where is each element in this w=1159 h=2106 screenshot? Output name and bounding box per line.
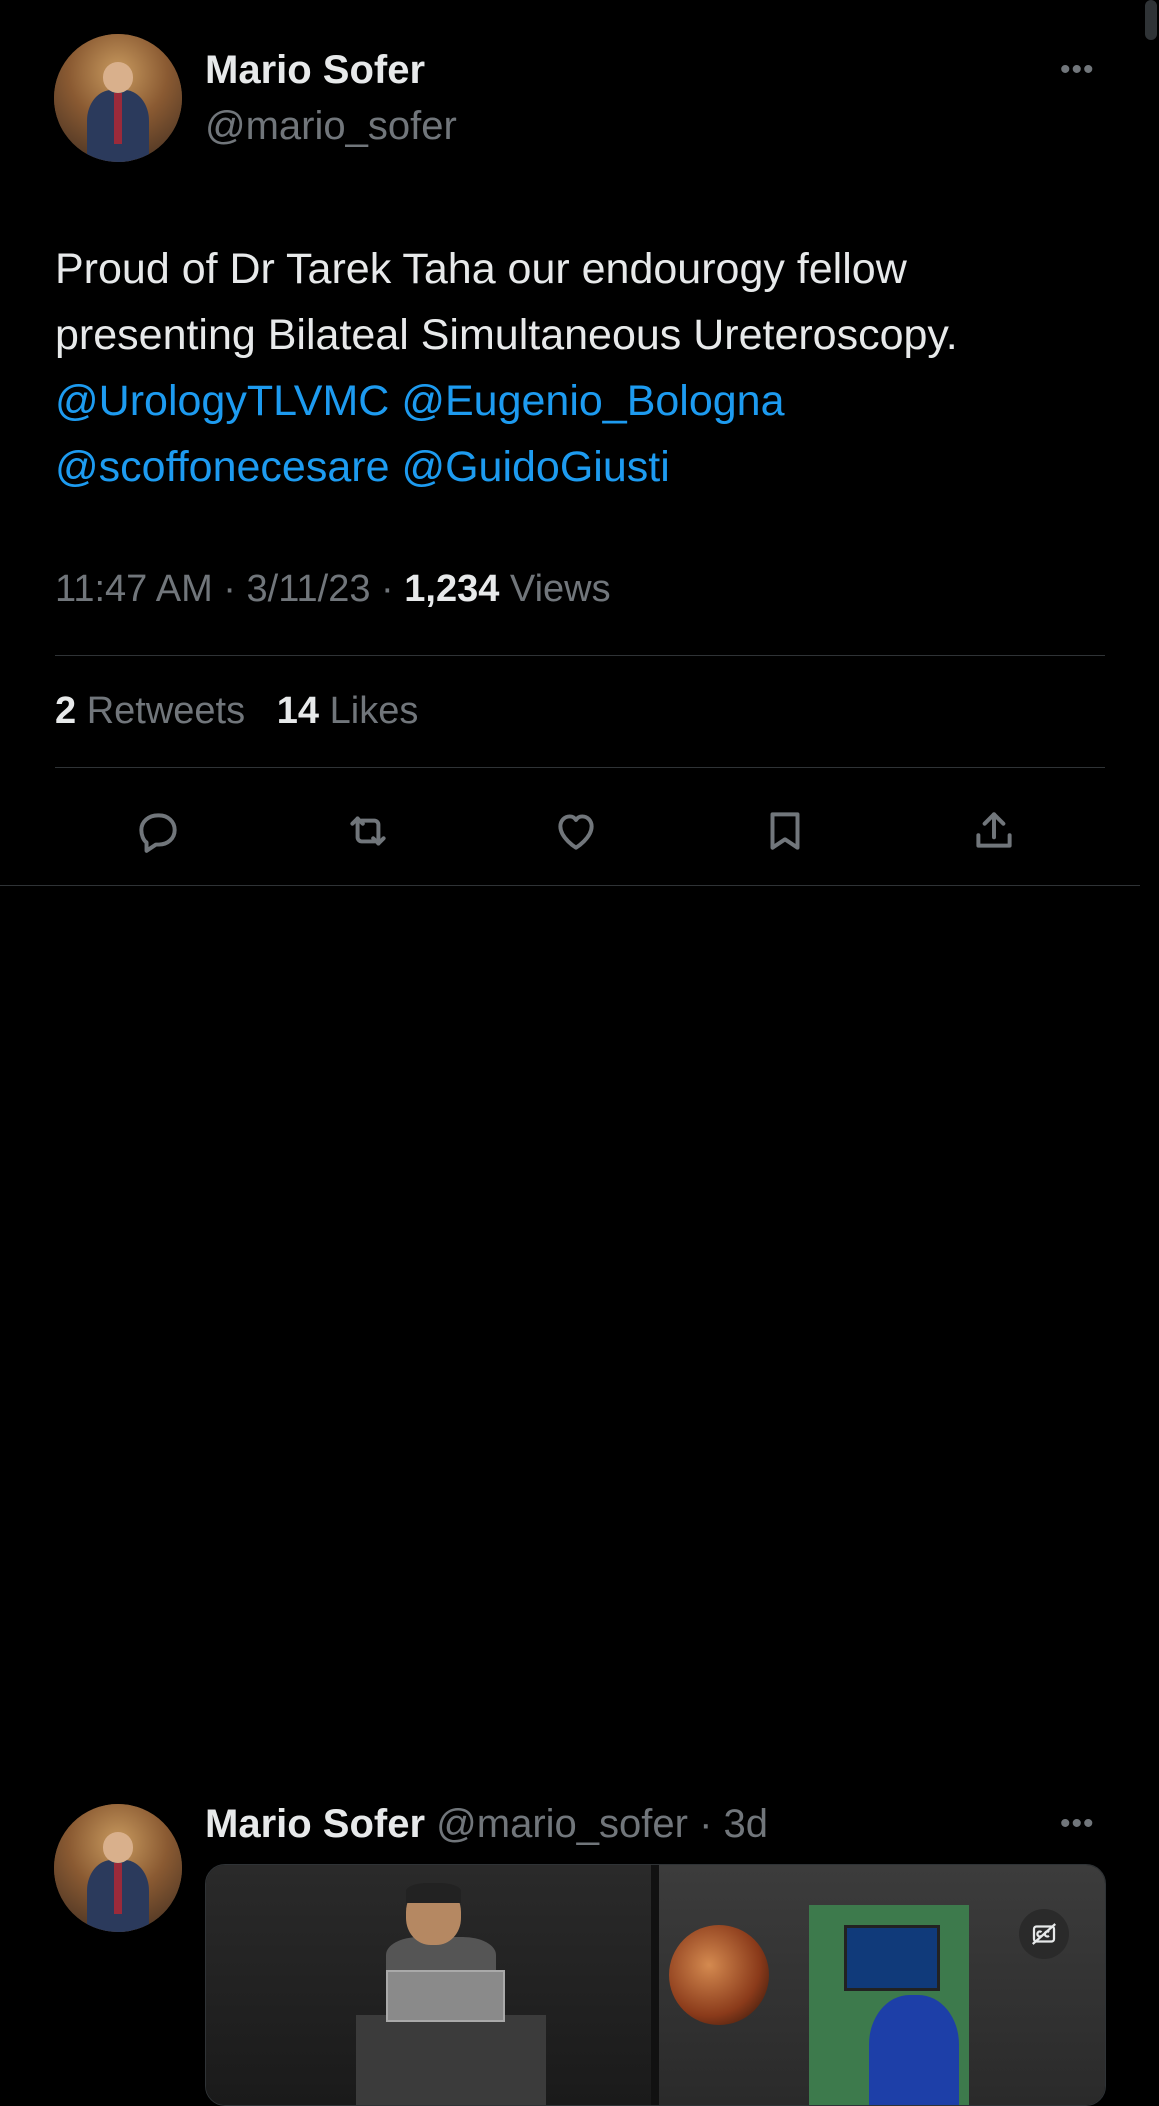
likes-stat[interactable]: 14 Likes bbox=[277, 690, 419, 732]
author-handle[interactable]: @mario_sofer bbox=[205, 104, 457, 149]
author-handle[interactable]: @mario_sofer bbox=[436, 1802, 688, 1846]
media-grid[interactable] bbox=[205, 1864, 1106, 2106]
action-bar bbox=[0, 796, 1159, 866]
more-options-icon[interactable]: ••• bbox=[1060, 1809, 1095, 1839]
like-icon[interactable] bbox=[546, 796, 606, 866]
tweet-date[interactable]: 3/11/23 bbox=[247, 568, 371, 610]
reply-icon[interactable] bbox=[128, 796, 188, 866]
divider bbox=[55, 655, 1105, 656]
tweet-text: Proud of Dr Tarek Taha our endourogy fel… bbox=[55, 236, 1115, 500]
captions-off-icon[interactable] bbox=[1019, 1909, 1069, 1959]
views-label: Views bbox=[509, 568, 611, 610]
mention-link[interactable]: @Eugenio_Bologna bbox=[401, 377, 784, 425]
media-photo[interactable] bbox=[206, 1865, 651, 2105]
author-name[interactable]: Mario Sofer bbox=[205, 1802, 425, 1846]
views-count: 1,234 bbox=[404, 568, 500, 610]
author-name[interactable]: Mario Sofer bbox=[205, 48, 425, 93]
retweet-icon[interactable] bbox=[338, 796, 398, 866]
main-tweet: Mario Sofer @mario_sofer ••• Proud of Dr… bbox=[0, 0, 1159, 886]
avatar[interactable] bbox=[54, 34, 182, 162]
retweets-stat[interactable]: 2 Retweets bbox=[55, 690, 245, 732]
engagement-stats: 2 Retweets 14 Likes bbox=[55, 690, 418, 733]
tweet-time[interactable]: 11:47 AM bbox=[55, 568, 213, 610]
bookmark-icon[interactable] bbox=[755, 796, 815, 866]
avatar[interactable] bbox=[54, 1804, 182, 1932]
mention-link[interactable]: @GuidoGiusti bbox=[401, 443, 669, 491]
tweet-age[interactable]: 3d bbox=[724, 1802, 769, 1846]
reply-tweet[interactable]: Mario Sofer @mario_sofer · 3d ••• bbox=[0, 886, 1159, 2106]
more-options-icon[interactable]: ••• bbox=[1060, 55, 1095, 85]
reply-header: Mario Sofer @mario_sofer · 3d bbox=[205, 1802, 769, 1846]
share-icon[interactable] bbox=[964, 796, 1024, 866]
tweet-meta: 11:47 AM · 3/11/23 · 1,234 Views bbox=[55, 568, 611, 610]
media-video[interactable] bbox=[659, 1865, 1105, 2105]
tweet-body: Proud of Dr Tarek Taha our endourogy fel… bbox=[55, 245, 958, 359]
divider bbox=[55, 767, 1105, 768]
mention-link[interactable]: @UrologyTLVMC bbox=[55, 377, 389, 425]
mention-link[interactable]: @scoffonecesare bbox=[55, 443, 390, 491]
